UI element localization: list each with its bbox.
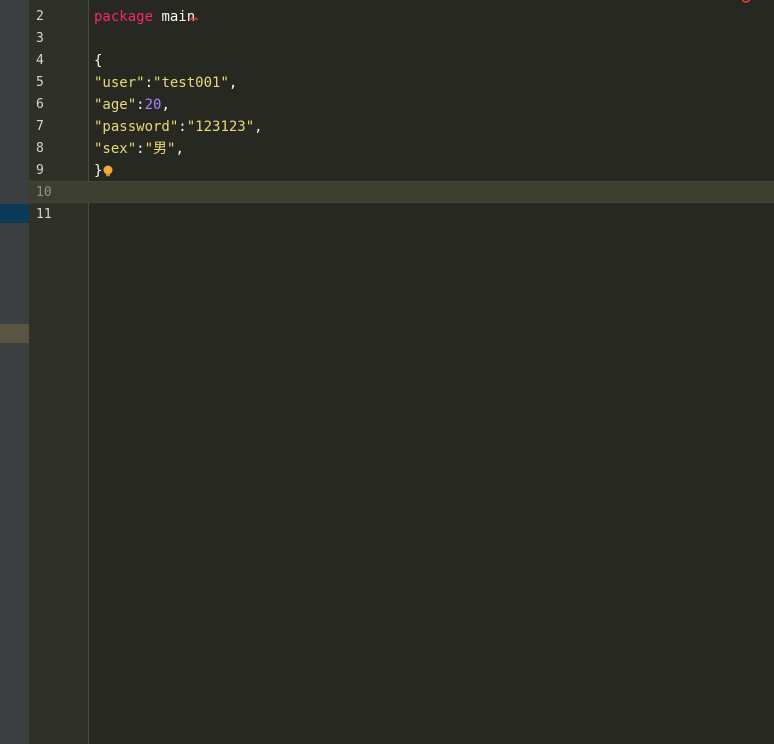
tool-window-strip (0, 0, 29, 744)
comma: , (161, 97, 170, 113)
line-number: 5 (36, 75, 44, 90)
json-key: "age" (94, 97, 137, 113)
json-key: "sex" (94, 141, 137, 157)
code-line-7[interactable]: "password":"123123", (94, 116, 263, 138)
line-number: 4 (36, 53, 44, 68)
comma: , (228, 75, 238, 91)
current-line-highlight (29, 181, 774, 203)
json-value: "test001" (153, 75, 229, 91)
status-indicator-icon[interactable] (740, 0, 754, 4)
line-number: 11 (36, 207, 52, 222)
colon: : (178, 119, 187, 135)
json-value-number: 20 (144, 97, 162, 113)
line-number: 2 (36, 9, 44, 24)
comma: , (175, 141, 184, 157)
comma: , (254, 119, 263, 135)
strip-marker-selected[interactable] (0, 204, 29, 223)
keyword-package: package (94, 9, 154, 25)
code-line-2[interactable]: package main (94, 6, 195, 28)
code-line-8[interactable]: "sex":"男", (94, 138, 184, 160)
error-squiggle (190, 17, 198, 21)
gutter-divider (88, 0, 89, 744)
colon: : (136, 97, 145, 113)
code-editor[interactable]: 2 3 4 5 6 7 8 9 10 11 package main { "us… (0, 0, 774, 744)
line-number: 6 (36, 97, 44, 112)
code-line-4[interactable]: { (94, 50, 102, 72)
line-number: 3 (36, 31, 44, 46)
line-number: 8 (36, 141, 44, 156)
line-number-current: 10 (36, 185, 52, 200)
code-line-6[interactable]: "age":20, (94, 94, 170, 116)
json-key: "password" (94, 119, 179, 135)
code-line-5[interactable]: "user":"test001", (94, 72, 237, 94)
json-key: "user" (94, 75, 145, 91)
colon: : (144, 75, 154, 91)
json-value: "123123" (186, 119, 255, 135)
json-value: "男" (144, 141, 176, 157)
line-number: 7 (36, 119, 44, 134)
strip-marker[interactable] (0, 324, 29, 343)
colon: : (136, 141, 145, 157)
open-brace: { (94, 53, 103, 69)
line-number: 9 (36, 163, 44, 178)
lightbulb-icon[interactable] (102, 165, 114, 177)
